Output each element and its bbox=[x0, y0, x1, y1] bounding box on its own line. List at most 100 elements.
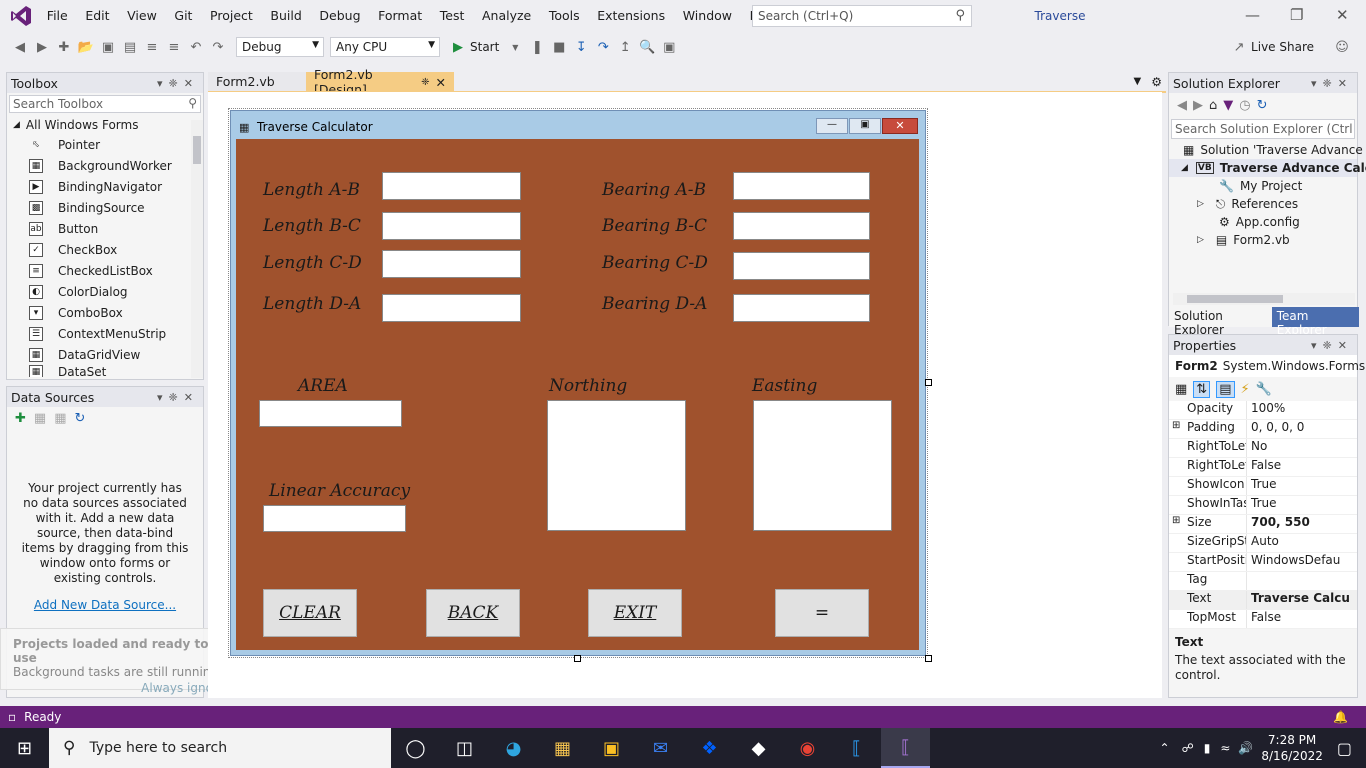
pin-icon[interactable]: ❈ bbox=[421, 77, 429, 88]
tree-item-solution[interactable]: ▦ Solution 'Traverse Advance Ca bbox=[1169, 141, 1366, 159]
redo-icon[interactable]: ↷ bbox=[208, 37, 228, 57]
expand-icon[interactable]: ⊞ bbox=[1172, 420, 1180, 431]
property-value[interactable]: Auto bbox=[1246, 534, 1357, 552]
panel-controls-icon[interactable]: ▾❈✕ bbox=[157, 391, 199, 404]
play-icon[interactable]: ▶ bbox=[448, 37, 468, 57]
sync-icon[interactable]: ↻ bbox=[1257, 98, 1268, 113]
feedback-icon[interactable]: ☺ bbox=[1332, 37, 1352, 57]
resize-handle-right[interactable] bbox=[925, 379, 932, 386]
length-ab-input[interactable] bbox=[382, 172, 521, 200]
property-row[interactable]: ShowIcon True bbox=[1169, 477, 1357, 496]
property-value[interactable]: False bbox=[1246, 610, 1357, 628]
tab-form2-vb[interactable]: Form2.vb bbox=[208, 72, 306, 92]
taskbar-search[interactable]: ⚲ Type here to search bbox=[49, 728, 391, 768]
home-icon[interactable]: ⌂ bbox=[1209, 98, 1217, 113]
toolbox-item[interactable]: ⬁ Pointer bbox=[7, 134, 203, 155]
panel-controls-icon[interactable]: ▾❈✕ bbox=[1311, 77, 1353, 90]
toolbox-item[interactable]: ≡ CheckedListBox bbox=[7, 260, 203, 281]
close-icon[interactable]: ✕ bbox=[436, 75, 446, 90]
toolbox-item[interactable]: ▦ BackgroundWorker bbox=[7, 155, 203, 176]
solution-search[interactable]: Search Solution Explorer (Ctrl bbox=[1171, 119, 1355, 139]
undo-icon[interactable]: ↶ bbox=[186, 37, 206, 57]
categorized-icon[interactable]: ▦ bbox=[1175, 382, 1187, 397]
always-ignore-link[interactable]: Always ignore bbox=[13, 681, 225, 695]
property-row[interactable]: ⊞ Size 700, 550 bbox=[1169, 515, 1357, 534]
property-row[interactable]: Opacity 100% bbox=[1169, 401, 1357, 420]
open-icon[interactable]: 📂 bbox=[76, 37, 96, 57]
window-title[interactable]: Traverse Ad...Calculator bbox=[990, 5, 1130, 45]
easting-output[interactable] bbox=[753, 400, 892, 531]
step-into-icon[interactable]: ↧ bbox=[571, 37, 591, 57]
edge-icon[interactable]: ◕ bbox=[489, 728, 538, 768]
file-explorer-icon[interactable]: ▦ bbox=[538, 728, 587, 768]
property-row[interactable]: Text Traverse Calcu bbox=[1169, 591, 1357, 610]
property-value[interactable]: WindowsDefau bbox=[1246, 553, 1357, 571]
scrollbar-thumb[interactable] bbox=[1187, 295, 1283, 303]
live-share-button[interactable]: Live Share bbox=[1251, 40, 1314, 54]
property-value[interactable] bbox=[1246, 572, 1357, 590]
toolbox-item[interactable]: ✓ CheckBox bbox=[7, 239, 203, 260]
volume-icon[interactable]: 🔊 bbox=[1238, 741, 1253, 755]
property-value[interactable]: Traverse Calcu bbox=[1246, 591, 1357, 609]
menu-git[interactable]: Git bbox=[166, 0, 202, 32]
property-pages-icon[interactable]: 🔧 bbox=[1256, 382, 1272, 397]
properties-object-select[interactable]: Form2 System.Windows.Forms ▼ bbox=[1169, 355, 1365, 377]
configure-icon[interactable]: ▦ bbox=[54, 411, 66, 426]
property-value[interactable]: 0, 0, 0, 0 bbox=[1246, 420, 1357, 438]
back-button[interactable]: BACK bbox=[426, 589, 520, 637]
settings-gear-icon[interactable]: ⚙ bbox=[1151, 72, 1162, 92]
tab-dropdown-icon[interactable]: ▼ bbox=[1134, 72, 1142, 92]
mail-icon[interactable]: ✉ bbox=[636, 728, 685, 768]
property-value[interactable]: 700, 550 bbox=[1246, 515, 1357, 533]
resize-handle-corner[interactable] bbox=[925, 655, 932, 662]
tab-solution-explorer[interactable]: Solution Explorer bbox=[1169, 307, 1272, 337]
tab-form2-design[interactable]: Form2.vb [Design] ❈ ✕ bbox=[306, 67, 454, 97]
step-over-icon[interactable]: ↷ bbox=[593, 37, 613, 57]
menu-view[interactable]: View bbox=[118, 0, 165, 32]
menu-analyze[interactable]: Analyze bbox=[473, 0, 540, 32]
vscode-icon[interactable]: ⟦ bbox=[832, 728, 881, 768]
clear-button[interactable]: CLEAR bbox=[263, 589, 357, 637]
property-value[interactable]: 100% bbox=[1246, 401, 1357, 419]
stop-icon[interactable]: ■ bbox=[549, 37, 569, 57]
bearing-da-input[interactable] bbox=[733, 294, 870, 322]
action-center-icon[interactable]: ▢ bbox=[1337, 739, 1352, 758]
history-icon[interactable]: ◷ bbox=[1239, 98, 1250, 113]
property-row[interactable]: ShowInTaskbaTrue bbox=[1169, 496, 1357, 515]
tree-item-references[interactable]: ▷ ⎋ References bbox=[1169, 195, 1357, 213]
task-view-icon[interactable]: ◫ bbox=[440, 728, 489, 768]
panel-controls-icon[interactable]: ▾❈✕ bbox=[157, 77, 199, 90]
windows-start-icon[interactable]: ⊞ bbox=[0, 728, 49, 768]
menu-file[interactable]: File bbox=[38, 0, 77, 32]
tree-item-my-project[interactable]: 🔧 My Project bbox=[1169, 177, 1357, 195]
tab-team-explorer[interactable]: Team Explorer bbox=[1271, 307, 1359, 337]
property-value[interactable]: True bbox=[1246, 477, 1357, 495]
resize-handle-bottom[interactable] bbox=[574, 655, 581, 662]
save-all-icon[interactable]: ▤ bbox=[120, 37, 140, 57]
pause-icon[interactable]: ❚ bbox=[527, 37, 547, 57]
equals-button[interactable]: = bbox=[775, 589, 869, 637]
menu-format[interactable]: Format bbox=[369, 0, 431, 32]
property-value[interactable]: True bbox=[1246, 496, 1357, 514]
menu-project[interactable]: Project bbox=[201, 0, 261, 32]
panel-controls-icon[interactable]: ▾❈✕ bbox=[1311, 339, 1353, 352]
step-out-icon[interactable]: ↥ bbox=[615, 37, 635, 57]
add-new-data-source-link[interactable]: Add New Data Source... bbox=[7, 598, 203, 612]
maximize-icon[interactable]: ❐ bbox=[1290, 6, 1303, 24]
tree-item-project[interactable]: ◢ VB Traverse Advance Calcula bbox=[1169, 159, 1366, 177]
bearing-ab-input[interactable] bbox=[733, 172, 870, 200]
length-da-input[interactable] bbox=[382, 294, 521, 322]
comment-icon[interactable]: ≡ bbox=[142, 37, 162, 57]
bearing-bc-input[interactable] bbox=[733, 212, 870, 240]
toolbox-search[interactable]: Search Toolbox ⚲ bbox=[9, 95, 201, 113]
property-row[interactable]: SizeGripStyleAuto bbox=[1169, 534, 1357, 553]
property-value[interactable]: No bbox=[1246, 439, 1357, 457]
tree-item-form2[interactable]: ▷ ▤ Form2.vb bbox=[1169, 231, 1357, 249]
menu-test[interactable]: Test bbox=[431, 0, 473, 32]
property-row[interactable]: StartPositionWindowsDefau bbox=[1169, 553, 1357, 572]
alphabetical-icon[interactable]: ⇅ bbox=[1193, 380, 1211, 398]
toolbox-item[interactable]: ▦ DataGridView bbox=[7, 344, 203, 365]
exit-button[interactable]: EXIT bbox=[588, 589, 682, 637]
back-icon[interactable]: ◀ bbox=[10, 37, 30, 57]
property-value[interactable]: False bbox=[1246, 458, 1357, 476]
